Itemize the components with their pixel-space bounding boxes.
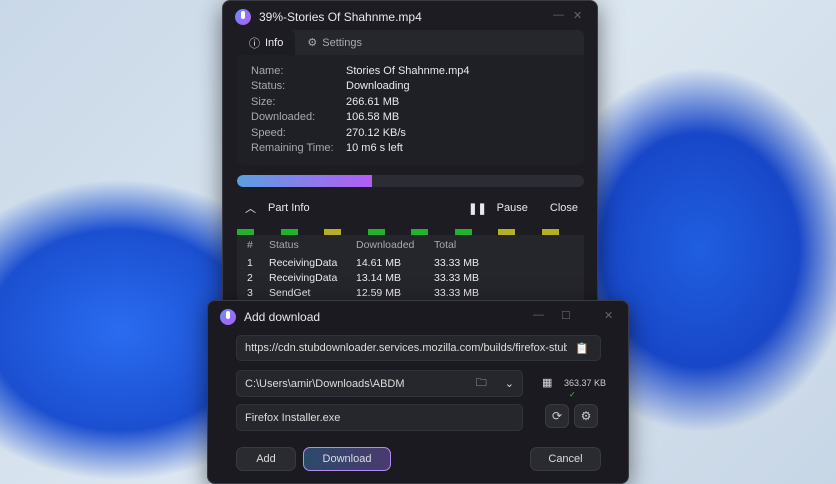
add-button[interactable]: Add	[236, 447, 296, 471]
info-key: Downloaded:	[251, 111, 316, 123]
segments-icon: ▦	[542, 377, 553, 389]
close-window-button[interactable]: ✕	[604, 309, 613, 322]
info-value: 270.12 KB/s	[346, 127, 406, 139]
window-title: 39%-Stories Of Shahnme.mp4	[259, 10, 422, 24]
cancel-button[interactable]: Cancel	[530, 447, 601, 471]
info-key: Name:	[251, 65, 284, 77]
url-text: https://cdn.stubdownloader.services.mozi…	[245, 342, 567, 354]
info-key: Status:	[251, 80, 286, 92]
column-header: #	[247, 239, 253, 251]
chevron-down-icon[interactable]: ⌄	[505, 377, 514, 390]
close-button[interactable]: Close	[550, 202, 578, 214]
table-row: 3 SendGet 12.59 MB 33.33 MB	[237, 285, 584, 300]
download-button[interactable]: Download	[303, 447, 391, 471]
app-logo-icon	[220, 309, 236, 325]
info-icon: ⓘ	[249, 37, 260, 50]
dialog-title: Add download	[244, 310, 321, 324]
cell: 2	[247, 271, 253, 284]
folder-select[interactable]: C:\Users\amir\Downloads\ABDM 🗀 ⌄	[236, 370, 523, 397]
cell: 12.59 MB	[356, 286, 401, 299]
gear-icon: ⚙	[580, 409, 592, 423]
refresh-button[interactable]: ⟳	[545, 404, 569, 428]
settings-button[interactable]: ⚙	[574, 404, 598, 428]
folder-icon[interactable]: 🗀	[476, 374, 487, 393]
info-key: Speed:	[251, 127, 286, 139]
app-logo-icon	[235, 9, 251, 25]
cell: ReceivingData	[269, 271, 338, 284]
tab-info[interactable]: ⓘ Info	[237, 30, 296, 55]
info-value: Stories Of Shahnme.mp4	[346, 65, 470, 77]
cell: 3	[247, 286, 253, 299]
tab-label: Info	[265, 36, 284, 49]
download-progress-bar	[237, 175, 584, 187]
refresh-icon: ⟳	[551, 409, 563, 423]
progress-fill	[237, 175, 373, 187]
clipboard-icon[interactable]: 📋	[575, 342, 589, 355]
filename-input[interactable]: Firefox Installer.exe	[236, 404, 523, 431]
url-input[interactable]: https://cdn.stubdownloader.services.mozi…	[236, 335, 601, 361]
pause-button[interactable]: Pause	[497, 202, 528, 214]
cell: SendGet	[269, 286, 311, 299]
part-info-toggle[interactable]: Part Info	[268, 202, 310, 214]
chevron-up-icon[interactable]: ︿	[245, 200, 256, 216]
info-key: Remaining Time:	[251, 142, 334, 154]
cell: 1	[247, 256, 253, 269]
cell: 33.33 MB	[434, 271, 479, 284]
tab-label: Settings	[322, 36, 362, 49]
cell: 33.33 MB	[434, 256, 479, 269]
info-key: Size:	[251, 96, 276, 108]
maximize-button[interactable]: ☐	[561, 309, 571, 322]
info-value: 10 m6 s left	[346, 142, 403, 154]
close-window-button[interactable]: ✕	[573, 9, 582, 22]
minimize-button[interactable]: —	[533, 309, 544, 321]
info-value: Downloading	[346, 80, 410, 92]
column-header: Total	[434, 239, 457, 251]
pause-icon[interactable]: ❚❚	[468, 202, 486, 215]
info-value: 106.58 MB	[346, 111, 400, 123]
gear-icon: ⚙	[307, 37, 318, 49]
minimize-button[interactable]: —	[553, 9, 564, 21]
cell: 14.61 MB	[356, 256, 401, 269]
download-progress-window: 39%-Stories Of Shahnme.mp4 — ✕ ⓘ Info ⚙ Se…	[222, 0, 598, 310]
info-value: 266.61 MB	[346, 96, 400, 108]
column-header: Downloaded	[356, 239, 415, 251]
add-download-dialog: Add download — ☐ ✕ https://cdn.stubdownl…	[207, 300, 629, 484]
cell: ReceivingData	[269, 256, 338, 269]
table-row: 1 ReceivingData 14.61 MB 33.33 MB	[237, 255, 584, 270]
filename-text: Firefox Installer.exe	[245, 411, 341, 424]
parts-table: # Status Downloaded Total 1 ReceivingData 14.…	[237, 235, 584, 305]
file-size: 363.37 KB	[564, 378, 607, 388]
column-header: Status	[269, 239, 299, 251]
table-row: 2 ReceivingData 13.14 MB 33.33 MB	[237, 270, 584, 285]
cell: 13.14 MB	[356, 271, 401, 284]
info-panel: Name: Stories Of Shahnme.mp4 Status: Downl…	[237, 55, 584, 165]
check-icon: ✓	[569, 390, 576, 399]
folder-text: C:\Users\amir\Downloads\ABDM	[245, 377, 405, 390]
cell: 33.33 MB	[434, 286, 479, 299]
tab-settings[interactable]: ⚙ Settings	[295, 30, 374, 55]
